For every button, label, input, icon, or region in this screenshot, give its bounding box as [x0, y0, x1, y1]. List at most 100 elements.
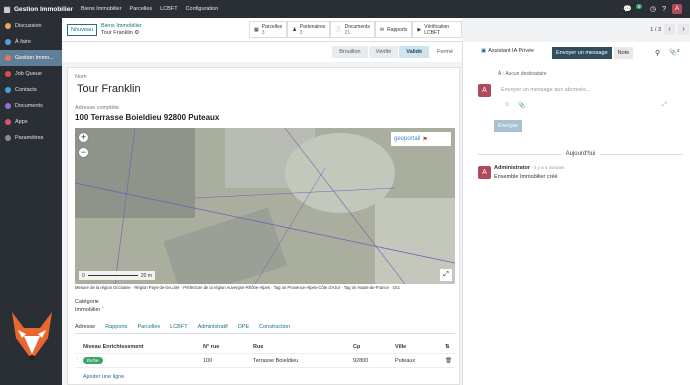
smart-buttons: ▦ Parcelles 3 ♟ Partenaires 3 📄 Documents 21 ✉… [249, 21, 462, 38]
tab-construction[interactable]: Construction [259, 324, 290, 330]
stage-brouillon[interactable]: Brouillon [332, 46, 368, 58]
smart-button-parcelles[interactable]: ▦ Parcelles 3 [249, 21, 288, 38]
address-label: Adresse complète [75, 105, 120, 111]
stage-pipeline: Brouillon Vérifié Validé Fermé [331, 46, 460, 58]
note-button[interactable]: Note [613, 47, 634, 59]
assistant-label: Assistant IA Privée [488, 48, 535, 54]
form-sheet: Nom Tour Franklin Adresse complète 100 T… [67, 67, 460, 385]
sidebar-item-contacts[interactable]: Contacts [0, 82, 62, 98]
smart-button-rapports[interactable]: ✉ Rapports [374, 21, 413, 38]
sidebar-item-label: Discussion [15, 23, 42, 29]
sidebar-item-apps[interactable]: Apps [0, 114, 62, 130]
todo-icon [5, 39, 11, 45]
composer-avatar: A [478, 84, 491, 97]
pager-value[interactable]: 1 / 3 [650, 27, 661, 33]
tab-administratif[interactable]: Administratif [198, 324, 228, 330]
contacts-icon [5, 87, 11, 93]
control-panel: Nouveau Biens Immobilier Tour Franklin ⚙… [62, 18, 689, 42]
zoom-out-button[interactable]: − [78, 147, 89, 158]
sidebar-item-label: Apps [15, 119, 28, 125]
category-value: Immobilier [75, 307, 101, 313]
category-field[interactable]: Immobilier ˆ [75, 307, 104, 313]
sidebar-item-gestion-immo[interactable]: Gestion Immo... [0, 50, 62, 66]
tab-lcbft[interactable]: LCBFT [170, 324, 187, 330]
send-message-button[interactable]: Envoyer un message [552, 47, 612, 59]
followers-count[interactable]: 2 [677, 48, 680, 53]
table-row[interactable]: ⋮ Riche 100 Terrasse Boieldieu 92800 Put… [75, 354, 455, 368]
apps-menu-icon[interactable]: ▦ [0, 0, 14, 18]
smart-label: Partenaires [299, 23, 326, 30]
emoji-icon[interactable]: ☺ [504, 102, 510, 108]
new-button[interactable]: Nouveau [67, 23, 98, 36]
col-niveau[interactable]: Niveau Enrichissement [75, 344, 203, 350]
cell-ville: Puteaux [395, 357, 416, 364]
breadcrumb-parent[interactable]: Biens Immobilier [101, 23, 142, 30]
add-line-link[interactable]: Ajouter une ligne [75, 374, 455, 380]
stage-verifie[interactable]: Vérifié [368, 46, 399, 58]
sidebar-item-parametres[interactable]: Paramètres [0, 130, 62, 146]
col-ville[interactable]: Ville [395, 344, 445, 350]
map-view[interactable]: + − geoportail ⚑ 0 20 m ⤢ [75, 128, 455, 284]
col-cp[interactable]: Cp [353, 344, 395, 350]
paperclip-icon[interactable]: 📎 [669, 49, 676, 56]
sidebar-item-todo[interactable]: À faire [0, 34, 62, 50]
users-icon: ♟ [292, 26, 297, 33]
smart-button-verification[interactable]: ▶ Vérification LCBFT [412, 21, 462, 38]
chevron-right-icon[interactable]: › [678, 24, 689, 35]
fox-logo [12, 312, 52, 361]
address-field[interactable]: 100 Terrasse Boieldieu 92800 Puteaux [75, 113, 219, 122]
tab-rapports[interactable]: Rapports [105, 324, 127, 330]
smart-label: Parcelles [261, 23, 283, 30]
address-table: Niveau Enrichissement N° rue Rue Cp Vill… [75, 340, 455, 380]
day-label: Aujourd'hui [565, 151, 596, 157]
sidebar-item-label: Job Queue [15, 71, 42, 77]
col-num[interactable]: N° rue [203, 344, 253, 350]
smart-count: 3 [261, 29, 265, 36]
tab-parcelles[interactable]: Parcelles [138, 324, 161, 330]
chat-icon[interactable]: 💬 [623, 5, 632, 13]
message-author[interactable]: Administrator [494, 165, 530, 171]
help-icon[interactable]: ? [662, 6, 666, 13]
app-name[interactable]: Gestion Immobilier [14, 6, 73, 13]
sidebar-item-documents[interactable]: Documents [0, 98, 62, 114]
smart-button-documents[interactable]: 📄 Documents 21 [330, 21, 375, 38]
name-field[interactable]: Tour Franklin [77, 83, 141, 95]
smart-button-partenaires[interactable]: ♟ Partenaires 3 [287, 21, 331, 38]
chevron-left-icon[interactable]: ‹ [664, 24, 675, 35]
drag-handle-icon[interactable]: ⋮ [75, 358, 83, 364]
status-bar: Brouillon Vérifié Validé Fermé [62, 42, 462, 62]
day-separator: Aujourd'hui [478, 150, 683, 158]
cell-cp: 92800 [353, 357, 369, 364]
stage-valide[interactable]: Validé [399, 46, 430, 58]
caret-down-icon: ˆ [101, 307, 104, 313]
assistant-link[interactable]: ▣ Assistant IA Privée [481, 48, 534, 54]
column-settings-icon[interactable]: ⇅ [445, 344, 450, 350]
trash-icon[interactable]: 🗑 [445, 358, 452, 364]
attach-icon[interactable]: 📎 [518, 102, 525, 109]
grid-icon: ▦ [254, 26, 259, 33]
fullscreen-icon[interactable]: ⤢ [440, 269, 452, 281]
gear-icon[interactable]: ⚙ [134, 30, 139, 36]
col-rue[interactable]: Rue [253, 344, 353, 350]
message-body: Ensemble Immobilier créé [494, 174, 558, 180]
menu-lcbft[interactable]: LCBFT [160, 6, 177, 12]
cell-rue: Terrasse Boieldieu [253, 357, 299, 364]
tab-dpe[interactable]: DPE [238, 324, 249, 330]
sidebar-item-job-queue[interactable]: Job Queue [0, 66, 62, 82]
settings-icon [5, 135, 11, 141]
menu-biens[interactable]: Biens Immobilier [81, 6, 122, 12]
menu-parcelles[interactable]: Parcelles [130, 6, 153, 12]
sidebar-item-discussion[interactable]: Discussion [0, 18, 62, 34]
geoportail-logo: geoportail ⚑ [391, 132, 451, 146]
zoom-in-button[interactable]: + [78, 132, 89, 143]
user-avatar[interactable]: A [672, 4, 682, 14]
search-icon[interactable]: ⚲ [655, 49, 660, 57]
tab-adresse[interactable]: Adresse [75, 324, 95, 330]
message-input[interactable]: Envoyer un message aux abonnés... ☺ 📎 ⤢ [494, 84, 672, 114]
clock-icon[interactable]: ◷ [650, 5, 656, 13]
send-button[interactable]: Envoyer [494, 120, 523, 132]
menu-configuration[interactable]: Configuration [186, 6, 219, 12]
expand-icon[interactable]: ⤢ [662, 102, 667, 109]
form-tabs: Adresse Rapports Parcelles LCBFT Adminis… [75, 324, 455, 334]
stage-ferme[interactable]: Fermé [430, 46, 460, 58]
